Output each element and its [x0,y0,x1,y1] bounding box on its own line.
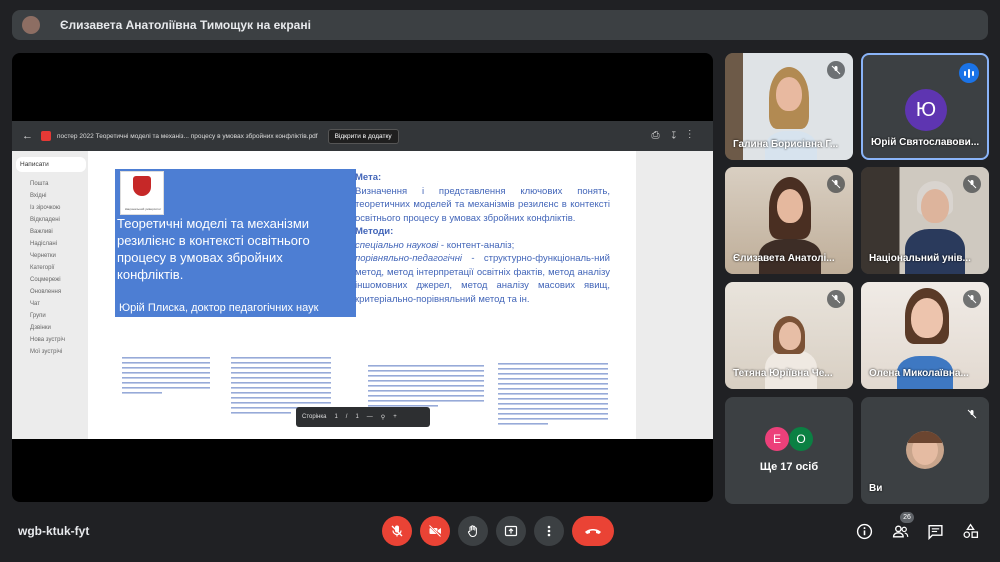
present-icon [504,525,518,537]
mail-nav-item: Оновлення [30,289,62,295]
hang-up-icon [585,529,601,534]
mic-off-icon [827,175,845,193]
zoom-in-icon: + [393,414,397,420]
chat-icon [927,524,943,540]
participant-tile-halyna[interactable]: Галина Борисівна Г... [725,53,853,160]
pdf-filename: постер 2022 Теоретичні моделі та механіз… [57,132,318,140]
mail-nav-item: Соцмережі [30,277,61,283]
mail-nav-item: Мої зустрічі [30,349,63,355]
others-tile[interactable]: Е О Ще 17 осіб [725,397,853,504]
meeting-code: wgb-ktuk-fyt [18,524,90,538]
people-icon [892,524,908,538]
page-label: Сторінка [302,414,327,420]
self-label: Ви [869,483,883,494]
participant-tile-yelyzaveta[interactable]: Єлизавета Анатолі... [725,167,853,274]
mail-nav-item: Пошта [30,181,49,187]
mail-nav-item: Чат [30,301,40,307]
participant-name: Єлизавета Анатолі... [733,253,835,264]
poster-title: Теоретичні моделі та механізми резилієнс… [117,216,310,282]
self-avatar [906,431,944,469]
other-avatar: О [789,427,813,451]
people-button[interactable] [890,521,910,541]
info-icon [856,523,872,539]
self-tile[interactable]: Ви [861,397,989,504]
participant-tile-university[interactable]: Національний унів... [861,167,989,274]
mic-off-icon [963,175,981,193]
pdf-page: Національний університет Теоретичні моде… [88,151,636,439]
pdf-toolbar: ← постер 2022 Теоретичні моделі та механ… [12,121,713,151]
more-options-button[interactable] [534,516,564,546]
mic-toggle-button[interactable] [382,516,412,546]
mic-off-icon [963,405,981,423]
mail-nav-item: Групи [30,313,46,319]
meeting-details-button[interactable] [854,521,874,541]
poster-goal-methods: Мета: Визначення і представлення ключови… [355,171,610,306]
presenting-text: Єлизавета Анатоліївна Тимощук на екрані [60,18,311,32]
mic-off-icon [963,290,981,308]
participant-name: Національний унів... [869,253,971,264]
open-with-button: Відкрити в додатку [327,128,399,144]
mail-nav-item: Надіслані [30,241,57,247]
zoom-out-icon: — [366,414,373,420]
end-call-button[interactable] [572,516,614,546]
goal-heading: Мета: [355,172,382,183]
mail-nav-item: Із зірочкою [30,205,61,211]
present-screen-button[interactable] [496,516,526,546]
mail-nav-item: Важливі [30,229,53,235]
shared-screen: ← постер 2022 Теоретичні моделі та механ… [12,121,713,439]
raise-hand-button[interactable] [458,516,488,546]
hand-icon [467,525,477,537]
mail-nav-item: Категорії [30,265,55,271]
other-avatar: Е [765,427,789,451]
chat-button[interactable] [925,521,945,541]
compose-label: Написати [16,157,86,172]
poster-author: Юрій Плиска, доктор педагогічних наук [119,302,319,314]
others-count: Ще 17 осіб [759,461,819,473]
poster-title-box: Національний університет Теоретичні моде… [115,169,356,317]
participant-name: Галина Борисівна Г... [733,139,839,150]
mail-sidebar: Написати Пошта Вхідні Із зірочкою Відкладен… [16,157,86,358]
participant-name: Тетяна Юріївна Че... [733,368,833,379]
camera-off-icon [428,524,442,538]
activities-button[interactable] [960,521,980,541]
presenting-banner: Єлизавета Анатоліївна Тимощук на екрані [12,10,988,40]
presenter-avatar [22,16,40,34]
mail-nav-item: Вхідні [30,193,47,199]
activities-icon [962,522,978,538]
method-1: спеціально наукові - контент-аналіз; [355,239,515,251]
university-logo: Національний університет [120,171,164,215]
mic-off-icon [827,61,845,79]
participant-tile-olena[interactable]: Олена Миколаївна... [861,282,989,389]
participant-tile-yurii[interactable]: Ю Юрій Святославови... [861,53,989,160]
methods-heading: Методи: [355,226,394,237]
page-current: 1 [334,414,338,420]
pdf-file-icon [41,131,51,141]
zoom-icon: ⚲ [380,414,386,421]
presentation-stage: ← постер 2022 Теоретичні моделі та механ… [12,53,713,502]
speaking-indicator-icon [959,63,979,83]
more-vert-icon [547,525,551,537]
participant-avatar: Ю [905,89,947,131]
mail-nav-item: Чернетки [30,253,56,259]
participant-tile-tetiana[interactable]: Тетяна Юріївна Че... [725,282,853,389]
camera-toggle-button[interactable] [420,516,450,546]
page-total: 1 [355,414,359,420]
mic-off-icon [391,525,403,537]
mail-nav-item: Відкладені [30,217,60,223]
goal-text: Визначення і представлення ключових поня… [355,185,610,224]
mail-nav-item: Нова зустріч [30,337,65,343]
mail-nav-item: Дзвінки [30,325,51,331]
method-2: порівняльно-педагогічні - структурно-фун… [355,253,610,305]
participant-name: Юрій Святославови... [871,137,980,148]
participant-name: Олена Миколаївна... [869,368,969,379]
print-download-more-icons: ⎙↧⋮ [651,130,703,141]
pdf-page-controls: Сторінка 1 / 1 — ⚲ + [296,407,430,427]
back-arrow-icon: ← [22,130,33,142]
mic-off-icon [827,290,845,308]
